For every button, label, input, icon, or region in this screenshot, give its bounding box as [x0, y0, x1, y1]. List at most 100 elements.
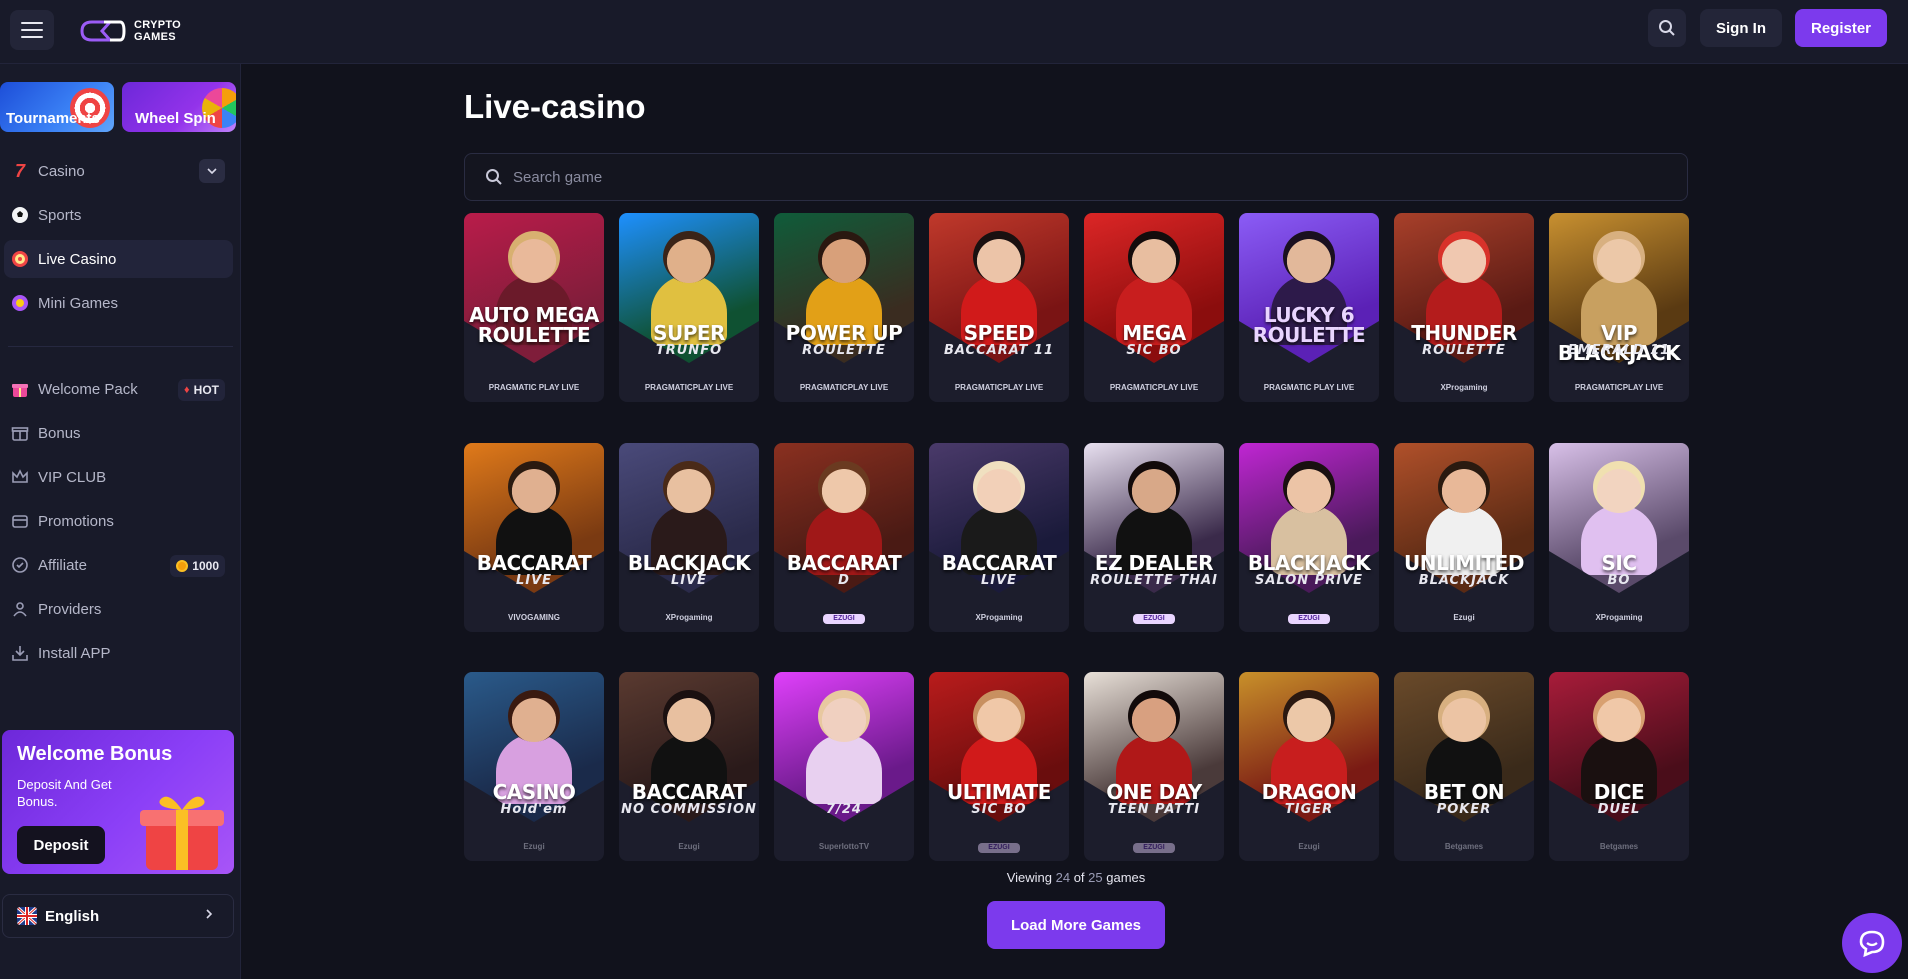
sidebar-item-live-casino[interactable]: Live Casino [4, 240, 233, 278]
hot-badge: ♦ HOT [178, 379, 225, 401]
game-card[interactable]: BET ON POKER Betgames [1394, 672, 1534, 861]
sidebar-divider [8, 346, 233, 347]
chat-icon [1859, 930, 1885, 958]
sidebar-item-casino[interactable]: 7 Casino [4, 152, 233, 190]
sidebar-item-mini-games[interactable]: Mini Games [4, 284, 233, 322]
gift-icon [10, 379, 30, 399]
sidebar-item-label: VIP CLUB [38, 468, 107, 486]
game-title: EZ DEALER [1094, 551, 1214, 575]
sidebar-item-providers[interactable]: Providers [4, 590, 233, 628]
sidebar-item-sports[interactable]: Sports [4, 196, 233, 234]
dealer-face [1438, 231, 1490, 283]
game-search-box[interactable] [464, 153, 1688, 201]
download-icon [10, 643, 30, 663]
register-button[interactable]: Register [1795, 9, 1887, 47]
game-card[interactable]: 7/24 SuperlottoTV [774, 672, 914, 861]
game-subtitle: NO COMMISSION [621, 802, 757, 817]
deposit-button[interactable]: Deposit [17, 826, 105, 864]
sidebar-item-label: Sports [38, 206, 82, 224]
dealer-face [973, 461, 1025, 513]
game-provider: PRAGMATICPLAY LIVE [954, 383, 1044, 392]
game-provider: PRAGMATICPLAY LIVE [1574, 383, 1664, 392]
dealer-face [663, 231, 715, 283]
search-icon [1659, 20, 1675, 36]
game-title: ULTIMATE [947, 780, 1051, 804]
coin-icon [176, 560, 189, 572]
dealer-face [973, 690, 1025, 742]
game-subtitle: SALON PRIVE [1254, 573, 1364, 588]
game-card[interactable]: ULTIMATE SIC BO EZUGI [929, 672, 1069, 861]
game-card[interactable]: BACCARAT LIVE VIVOGAMING [464, 443, 604, 632]
sidebar-item-label: Promotions [38, 512, 114, 530]
wheel-spin-tile[interactable]: Wheel Spin [122, 82, 236, 132]
game-provider: PRAGMATIC PLAY LIVE [1263, 383, 1355, 392]
game-card[interactable]: DICE DUEL Betgames [1549, 672, 1689, 861]
language-selector[interactable]: English [2, 894, 234, 938]
game-subtitle: 7/24 [826, 802, 862, 817]
dealer-face [1128, 231, 1180, 283]
mini-games-icon [10, 293, 30, 313]
game-card[interactable]: DRAGON TIGER Ezugi [1239, 672, 1379, 861]
dealer-figure [806, 734, 882, 804]
game-title: DRAGON [1261, 780, 1357, 804]
game-card[interactable]: VIP BLACKJACK EMERALD 11 PRAGMATICPLAY LIV… [1549, 213, 1689, 402]
game-title: DICE [1593, 780, 1645, 804]
game-card[interactable]: ONE DAY TEEN PATTI EZUGI [1084, 672, 1224, 861]
search-input[interactable] [513, 168, 1613, 186]
game-card[interactable]: THUNDER ROULETTE XProgaming [1394, 213, 1534, 402]
game-card[interactable]: MEGA SIC BO PRAGMATICPLAY LIVE [1084, 213, 1224, 402]
sidebar-item-bonus[interactable]: Bonus [4, 414, 233, 452]
game-title: BACCARAT [941, 551, 1057, 575]
game-title: MEGA [1122, 321, 1186, 345]
tournaments-tile[interactable]: Tournaments [0, 82, 114, 132]
game-provider: PRAGMATICPLAY LIVE [1109, 383, 1199, 392]
game-card[interactable]: BLACKJACK SALON PRIVE EZUGI [1239, 443, 1379, 632]
dealer-face [1438, 690, 1490, 742]
dealer-face [508, 231, 560, 283]
dealer-face [1593, 231, 1645, 283]
game-card[interactable]: EZ DEALER ROULETTE THAI EZUGI [1084, 443, 1224, 632]
game-subtitle: POKER [1436, 802, 1492, 817]
game-card[interactable]: SUPER TRUNFO PRAGMATICPLAY LIVE [619, 213, 759, 402]
game-title: BACCARAT [476, 551, 592, 575]
sign-in-button[interactable]: Sign In [1700, 9, 1782, 47]
tournaments-label: Tournaments [6, 110, 100, 127]
game-card[interactable]: POWER UP ROULETTE PRAGMATICPLAY LIVE [774, 213, 914, 402]
sidebar-item-affiliate[interactable]: Affiliate 1000 [4, 546, 233, 584]
chat-support-button[interactable] [1842, 913, 1902, 973]
game-card[interactable]: BLACKJACK LIVE XProgaming [619, 443, 759, 632]
game-card[interactable]: LUCKY 6 ROULETTE PRAGMATIC PLAY LIVE [1239, 213, 1379, 402]
menu-toggle-button[interactable] [10, 10, 54, 50]
sidebar-item-install-app[interactable]: Install APP [4, 634, 233, 672]
game-card[interactable]: BACCARAT LIVE XProgaming [929, 443, 1069, 632]
game-subtitle: EMERALD 11 [1567, 343, 1671, 358]
game-card[interactable]: AUTO MEGA ROULETTE PRAGMATIC PLAY LIVE [464, 213, 604, 402]
chevron-down-icon[interactable] [199, 159, 225, 183]
site-logo[interactable]: CRYPTO GAMES [76, 14, 181, 48]
search-icon [486, 169, 502, 185]
provider-badge: EZUGI [1133, 614, 1175, 624]
sidebar-item-welcome-pack[interactable]: Welcome Pack ♦ HOT [4, 370, 233, 408]
roulette-icon [10, 249, 30, 269]
game-card[interactable]: CASINO Hold'em Ezugi [464, 672, 604, 861]
header-search-button[interactable] [1648, 9, 1686, 47]
bonus-gift-icon [10, 423, 30, 443]
dealer-face [1593, 690, 1645, 742]
game-subtitle: ROULETTE THAI [1090, 573, 1218, 588]
game-title: POWER UP [785, 321, 903, 345]
wheel-spin-label: Wheel Spin [135, 110, 216, 127]
game-provider: PRAGMATIC PLAY LIVE [488, 383, 580, 392]
game-card[interactable]: BACCARAT NO COMMISSION Ezugi [619, 672, 759, 861]
game-subtitle: SIC BO [1126, 343, 1182, 358]
game-card[interactable]: BACCARAT D EZUGI [774, 443, 914, 632]
game-subtitle: LIVE [515, 573, 553, 588]
sidebar-item-vip-club[interactable]: VIP CLUB [4, 458, 233, 496]
game-card[interactable]: UNLIMITED BLACKJACK Ezugi [1394, 443, 1534, 632]
sidebar-item-promotions[interactable]: Promotions [4, 502, 233, 540]
providers-icon [10, 599, 30, 619]
sidebar-item-label: Providers [38, 600, 102, 618]
load-more-button[interactable]: Load More Games [987, 901, 1165, 949]
game-card[interactable]: SPEED BACCARAT 11 PRAGMATICPLAY LIVE [929, 213, 1069, 402]
game-subtitle: SIC BO [971, 802, 1027, 817]
game-card[interactable]: SIC BO XProgaming [1549, 443, 1689, 632]
